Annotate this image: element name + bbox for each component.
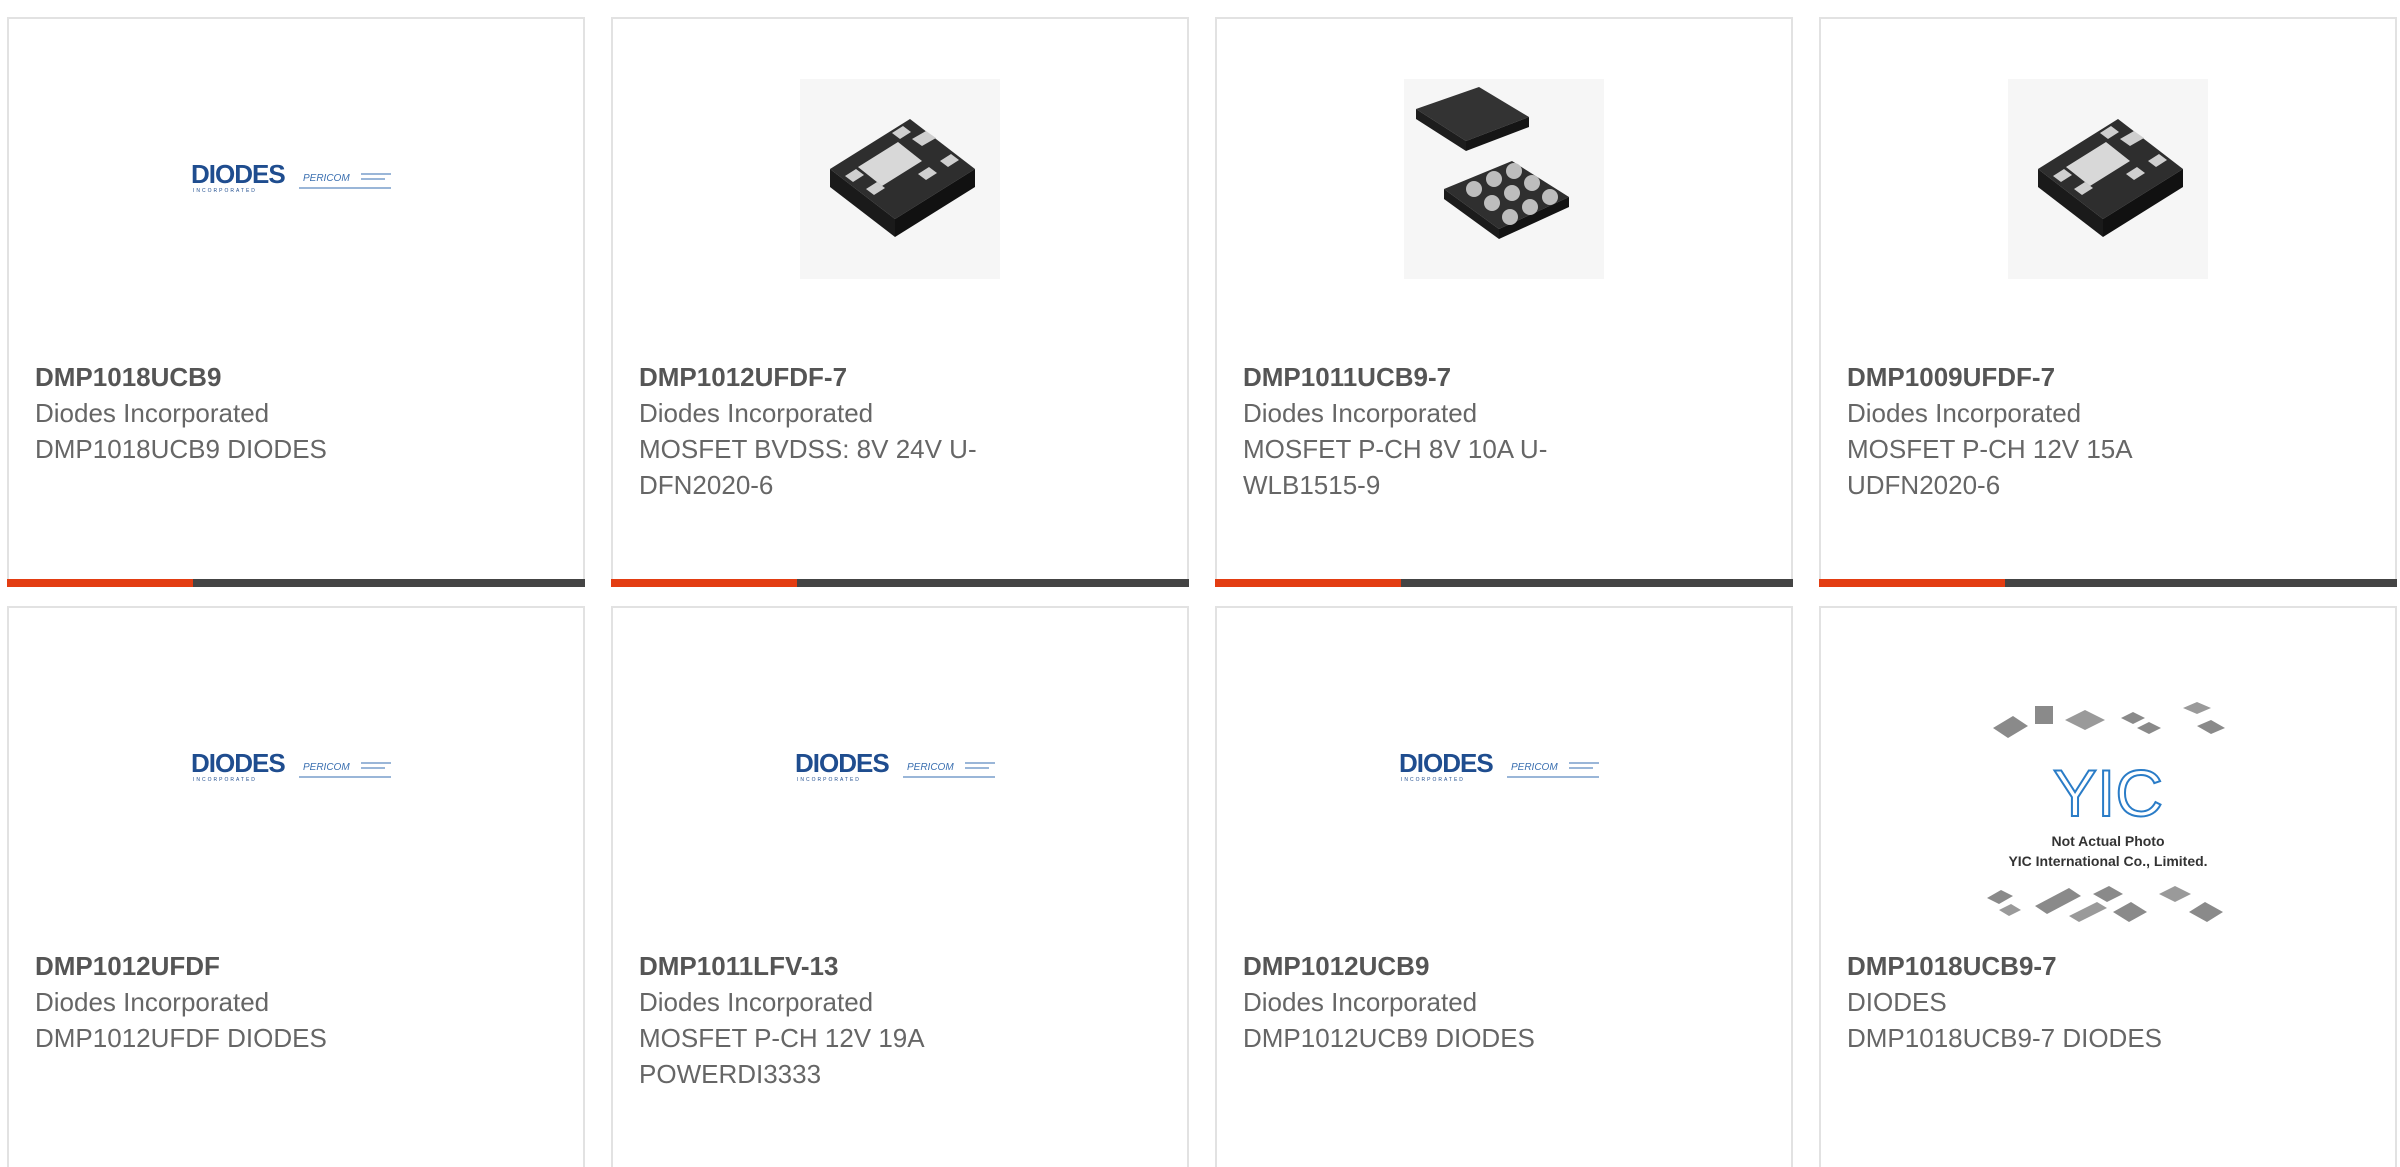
manufacturer: Diodes Incorporated <box>35 987 270 1017</box>
svg-text:INCORPORATED: INCORPORATED <box>193 188 257 194</box>
diodes-pericom-logo-icon: DIODES INCORPORATED PERICOM <box>1399 748 1599 783</box>
manufacturer: Diodes Incorporated <box>35 398 270 428</box>
product-thumbnail[interactable]: DIODES INCORPORATED PERICOM <box>9 668 583 868</box>
product-card[interactable]: DIODES INCORPORATED PERICOM DMP1018UCB9 … <box>7 17 585 587</box>
description: DMP1018UCB9-7 DIODES <box>1847 1023 2162 1053</box>
product-thumbnail[interactable] <box>1217 79 1791 279</box>
part-number[interactable]: DMP1011UCB9-7 <box>1243 359 1765 395</box>
description: MOSFET P-CH 12V 15A UDFN2020-6 <box>1847 434 2133 500</box>
product-card[interactable]: DMP1009UFDF-7 Diodes Incorporated MOSFET… <box>1819 17 2397 587</box>
product-thumbnail[interactable] <box>1821 79 2395 279</box>
part-number[interactable]: DMP1009UFDF-7 <box>1847 359 2369 395</box>
part-number[interactable]: DMP1011LFV-13 <box>639 948 1161 984</box>
description: MOSFET BVDSS: 8V 24V U- DFN2020-6 <box>639 434 977 500</box>
product-thumbnail[interactable]: DIODES INCORPORATED PERICOM <box>1217 668 1791 868</box>
description: DMP1012UFDF DIODES <box>35 1023 327 1053</box>
placeholder-caption-line2: YIC International Co., Limited. <box>2008 853 2207 869</box>
svg-text:YIC: YIC <box>2053 756 2163 830</box>
yic-placeholder-icon: YIC Not Actual Photo YIC International C… <box>1987 702 2225 922</box>
bar-accent <box>7 579 193 587</box>
svg-text:DIODES: DIODES <box>795 748 889 778</box>
bar-accent <box>1819 579 2005 587</box>
diodes-pericom-logo-icon: DIODES INCORPORATED PERICOM <box>191 159 391 194</box>
svg-text:PERICOM: PERICOM <box>907 762 954 773</box>
diodes-pericom-logo-icon: DIODES INCORPORATED PERICOM <box>795 748 995 783</box>
description: DMP1012UCB9 DIODES <box>1243 1023 1535 1053</box>
description: MOSFET P-CH 8V 10A U- WLB1515-9 <box>1243 434 1548 500</box>
part-number[interactable]: DMP1012UFDF <box>35 948 557 984</box>
product-grid: DIODES INCORPORATED PERICOM DMP1018UCB9 … <box>0 0 2400 1167</box>
wlb9-bga-chip-icon <box>1404 79 1604 279</box>
product-card[interactable]: DIODES INCORPORATED PERICOM DMP1011LFV-1… <box>611 606 1189 1167</box>
product-card[interactable]: DIODES INCORPORATED PERICOM DMP1012UCB9 … <box>1215 606 1793 1167</box>
product-thumbnail[interactable]: DIODES INCORPORATED PERICOM <box>613 668 1187 868</box>
product-card[interactable]: DIODES INCORPORATED PERICOM DMP1012UFDF … <box>7 606 585 1167</box>
svg-text:INCORPORATED: INCORPORATED <box>797 777 861 783</box>
card-bottom-bar <box>7 579 585 587</box>
product-thumbnail[interactable] <box>613 79 1187 279</box>
description: MOSFET P-CH 12V 19A POWERDI3333 <box>639 1023 925 1089</box>
product-thumbnail[interactable]: YIC Not Actual Photo YIC International C… <box>1821 698 2395 938</box>
svg-text:DIODES: DIODES <box>191 159 285 189</box>
card-bottom-bar <box>1819 579 2397 587</box>
manufacturer: Diodes Incorporated <box>1847 398 2082 428</box>
part-number[interactable]: DMP1018UCB9 <box>35 359 557 395</box>
dfn6-chip-icon <box>2008 79 2208 279</box>
svg-text:PERICOM: PERICOM <box>303 173 350 184</box>
svg-text:PERICOM: PERICOM <box>303 762 350 773</box>
svg-text:DIODES: DIODES <box>1399 748 1493 778</box>
dfn6-chip-icon <box>800 79 1000 279</box>
manufacturer: Diodes Incorporated <box>1243 398 1478 428</box>
manufacturer: Diodes Incorporated <box>1243 987 1478 1017</box>
description: DMP1018UCB9 DIODES <box>35 434 327 464</box>
card-bottom-bar <box>611 579 1189 587</box>
bar-accent <box>1215 579 1401 587</box>
part-number[interactable]: DMP1012UCB9 <box>1243 948 1765 984</box>
card-bottom-bar <box>1215 579 1793 587</box>
part-number[interactable]: DMP1012UFDF-7 <box>639 359 1161 395</box>
svg-text:INCORPORATED: INCORPORATED <box>1401 777 1465 783</box>
product-card[interactable]: DMP1011UCB9-7 Diodes Incorporated MOSFET… <box>1215 17 1793 587</box>
manufacturer: Diodes Incorporated <box>639 987 874 1017</box>
product-card[interactable]: DMP1012UFDF-7 Diodes Incorporated MOSFET… <box>611 17 1189 587</box>
svg-text:INCORPORATED: INCORPORATED <box>193 777 257 783</box>
placeholder-caption-line1: Not Actual Photo <box>2051 833 2164 849</box>
product-thumbnail[interactable]: DIODES INCORPORATED PERICOM <box>9 79 583 279</box>
bar-accent <box>611 579 797 587</box>
diodes-pericom-logo-icon: DIODES INCORPORATED PERICOM <box>191 748 391 783</box>
product-card[interactable]: YIC Not Actual Photo YIC International C… <box>1819 606 2397 1167</box>
manufacturer: Diodes Incorporated <box>639 398 874 428</box>
svg-text:DIODES: DIODES <box>191 748 285 778</box>
manufacturer: DIODES <box>1847 987 1947 1017</box>
svg-text:PERICOM: PERICOM <box>1511 762 1558 773</box>
part-number[interactable]: DMP1018UCB9-7 <box>1847 948 2369 984</box>
